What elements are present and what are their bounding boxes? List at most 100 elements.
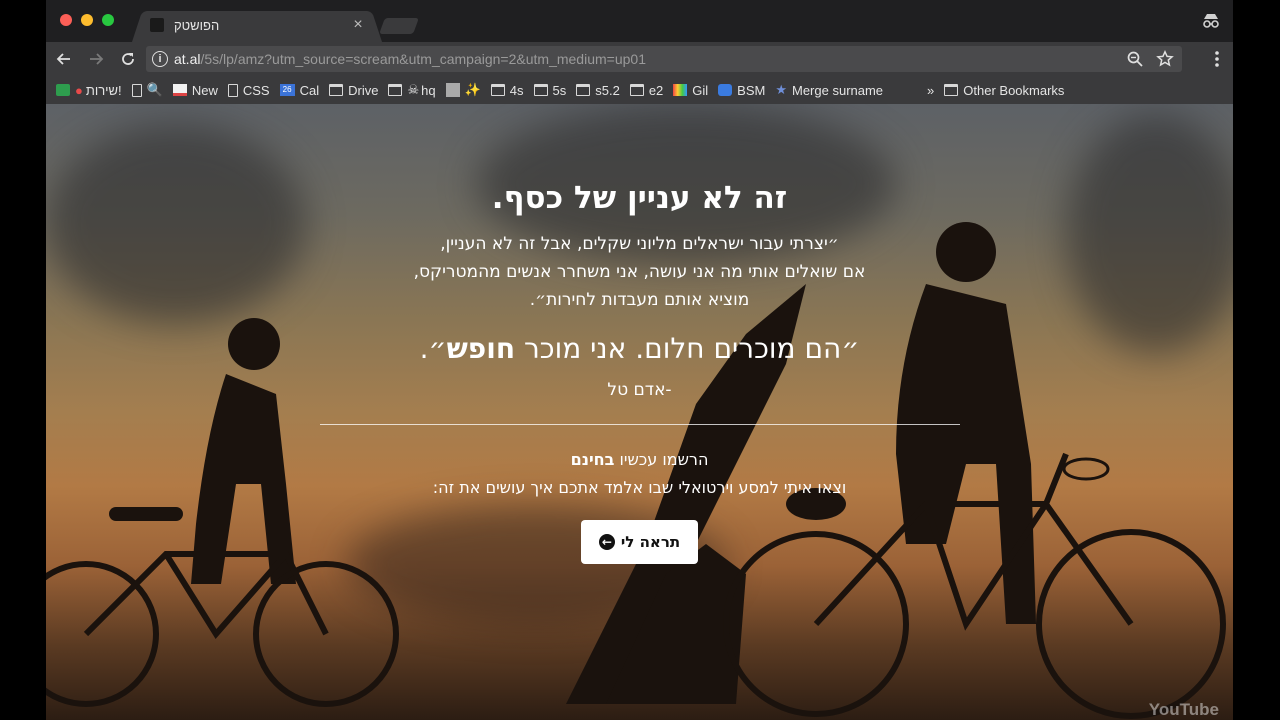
- calendar-icon: 26: [279, 84, 295, 96]
- bookmark-label: CSS: [242, 82, 270, 98]
- quote-line: אם שואלים אותי מה אני עושה, אני משחרר אנ…: [413, 262, 866, 282]
- tab-close-icon[interactable]: ×: [348, 16, 368, 34]
- close-window-button[interactable]: [60, 14, 72, 26]
- other-bookmarks[interactable]: Other Bookmarks: [944, 83, 1064, 98]
- url-host: at.al: [174, 51, 201, 67]
- page-icon: [227, 83, 238, 97]
- headline: זה לא עניין של כסף.: [491, 180, 788, 216]
- tab-active[interactable]: הפושטק ×: [142, 8, 382, 42]
- bookmark-s52[interactable]: s5.2: [576, 83, 620, 98]
- tagline: ״הם מוכרים חלום. אני מוכר חופש״.: [46, 332, 1233, 365]
- bookmarks-bar: ● שירות! 🔍 New CSS 26 Cal Drive ☠ hq ✨ 4…: [46, 76, 1233, 104]
- signup-text: הרשמו עכשיו בחינם: [46, 450, 1233, 469]
- folder-icon: [490, 84, 505, 96]
- bookmarks-overflow-button[interactable]: »: [927, 83, 934, 98]
- skull-icon: ☠: [407, 82, 420, 97]
- folder-icon: [576, 84, 591, 96]
- arrow-left-circle-icon: ←: [598, 534, 615, 550]
- browser-window: הפושטק × i at.al/5s/lp/amz?utm_source=sc…: [46, 0, 1233, 720]
- folder-icon: [533, 84, 548, 96]
- toolbar: i at.al/5s/lp/amz?utm_source=scream&utm_…: [46, 42, 1233, 76]
- menu-icon[interactable]: [1215, 50, 1219, 68]
- bookmark-label: Cal: [299, 82, 320, 98]
- star-icon: ★: [775, 82, 787, 97]
- minimize-window-button[interactable]: [81, 14, 93, 26]
- reload-icon: [122, 53, 134, 65]
- bookmark-label: e2: [648, 82, 664, 98]
- youtube-watermark: YouTube: [1148, 700, 1219, 719]
- reload-button[interactable]: [114, 45, 142, 73]
- bookmark-label: 5s: [552, 82, 567, 98]
- signup-free: בחינם: [570, 450, 615, 469]
- bookmark-label: s5.2: [595, 82, 620, 98]
- other-bookmarks-label: Other Bookmarks: [963, 82, 1065, 98]
- hero-content: זה לא עניין של כסף. ״יצרתי עבור ישראלים …: [46, 104, 1233, 720]
- url-path: /5s/lp/amz?utm_source=scream&utm_campaig…: [200, 51, 646, 67]
- avatar-icon: [445, 83, 460, 97]
- bookmark-drive[interactable]: Drive: [329, 83, 378, 98]
- incognito-icon: [1203, 14, 1219, 28]
- sparkle-icon: ✨: [464, 82, 481, 97]
- info-icon[interactable]: i: [152, 51, 168, 67]
- folder-icon: [944, 84, 959, 96]
- back-button[interactable]: [50, 45, 78, 73]
- hero-section: זה לא עניין של כסף. ״יצרתי עבור ישראלים …: [46, 104, 1233, 720]
- title-bar: הפושטק ×: [46, 0, 1233, 42]
- show-me-button[interactable]: תראה לי ←: [581, 520, 698, 564]
- color-icon: [673, 84, 688, 96]
- bookmark-label: Drive: [348, 82, 379, 98]
- bookmark-avatar[interactable]: ✨: [445, 82, 481, 98]
- folder-icon: [329, 84, 344, 96]
- bookmark-label: hq: [421, 82, 436, 98]
- bookmark-label: 4s: [509, 82, 524, 98]
- signup-lead: הרשמו עכשיו: [614, 450, 709, 469]
- maximize-window-button[interactable]: [102, 14, 114, 26]
- address-bar-actions: [1126, 50, 1174, 68]
- address-bar[interactable]: i at.al/5s/lp/amz?utm_source=scream&utm_…: [146, 46, 1182, 72]
- url-text[interactable]: at.al/5s/lp/amz?utm_source=scream&utm_ca…: [174, 51, 646, 67]
- bookmark-label: שירות!: [85, 82, 122, 98]
- folder-icon: [629, 84, 644, 96]
- forward-arrow-icon: [90, 53, 104, 65]
- page-icon: [131, 83, 142, 97]
- quote-line: ״יצרתי עבור ישראלים מליוני שקלים, אבל זה…: [440, 234, 839, 254]
- bookmark-label: Gil: [692, 82, 709, 98]
- bookmark-bsm[interactable]: BSM: [718, 83, 765, 98]
- tagline-text: ״הם מוכרים חלום. אני מוכר: [515, 332, 860, 365]
- bookmark-merge-surname[interactable]: ★ Merge surname: [775, 82, 883, 98]
- bsm-icon: [718, 84, 733, 96]
- bookmark-page[interactable]: 🔍: [131, 82, 163, 98]
- folder-icon: [388, 84, 403, 96]
- bookmark-label: Merge surname: [792, 82, 884, 98]
- sheets-icon: [56, 84, 70, 96]
- bookmark-e2[interactable]: e2: [629, 82, 664, 98]
- cherry-icon: ●: [75, 82, 83, 98]
- bookmark-new[interactable]: New: [172, 82, 218, 98]
- back-arrow-icon: [56, 53, 70, 65]
- bookmark-5s[interactable]: 5s: [533, 82, 567, 98]
- bookmark-4s[interactable]: 4s: [490, 82, 524, 98]
- cta-label: תראה לי: [620, 533, 681, 551]
- author: -אדם טל: [607, 380, 672, 400]
- divider: [320, 424, 960, 425]
- signup-subtext: וצאו איתי למסע וירטואלי שבו אלמד אתכם אי…: [432, 478, 847, 497]
- magnifier-icon: 🔍: [146, 82, 163, 97]
- bookmark-label: New: [191, 82, 218, 98]
- zoom-icon[interactable]: [1126, 50, 1144, 68]
- tagline-bold: חופש: [446, 332, 516, 365]
- bookmark-star-icon[interactable]: [1156, 50, 1174, 68]
- quote: ״יצרתי עבור ישראלים מליוני שקלים, אבל זה…: [46, 230, 1233, 314]
- gmail-icon: [172, 84, 187, 96]
- forward-button[interactable]: [82, 45, 110, 73]
- bookmark-gil[interactable]: Gil: [673, 83, 708, 98]
- tagline-end: ״.: [419, 332, 447, 365]
- bookmark-sheriot[interactable]: ● שירות!: [56, 83, 122, 98]
- bookmark-cal[interactable]: 26 Cal: [279, 82, 320, 98]
- bookmark-css[interactable]: CSS: [227, 82, 270, 98]
- bookmark-hq[interactable]: ☠ hq: [388, 82, 436, 98]
- new-tab-button[interactable]: [379, 18, 419, 34]
- tab-title: הפושטק: [174, 17, 220, 33]
- bookmark-label: BSM: [737, 82, 766, 98]
- quote-line: מוציא אותם מעבדות לחירות״.: [529, 290, 750, 310]
- favicon-icon: [150, 18, 164, 32]
